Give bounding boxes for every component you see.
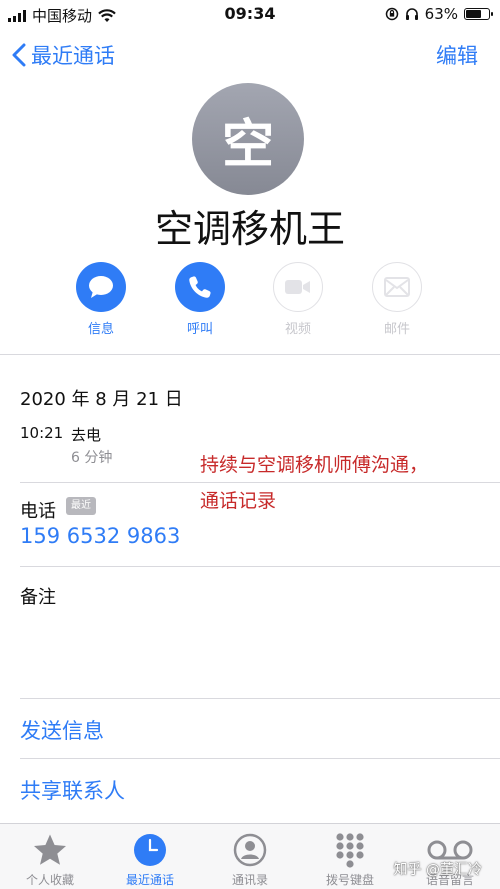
tab-contacts-label: 通讯录 — [231, 873, 268, 887]
tab-favorites-label: 个人收藏 — [25, 873, 74, 887]
chevron-left-icon — [12, 43, 26, 67]
headphones-icon — [405, 8, 418, 20]
annotation-line-2: 通话记录 — [200, 490, 277, 512]
handwritten-annotation: 持续与空调移机师傅沟通， 通话记录 — [200, 447, 480, 519]
battery-icon — [464, 8, 493, 20]
annotation-line-1: 持续与空调移机师傅沟通， — [200, 454, 429, 476]
call-action[interactable]: 呼叫 — [160, 262, 240, 337]
nav-bar: 最近通话 编辑 — [0, 38, 500, 74]
mail-action: 邮件 — [357, 262, 437, 337]
tab-recents-label: 最近通话 — [125, 873, 174, 887]
notes-divider — [20, 698, 500, 699]
video-action: 视频 — [258, 262, 338, 337]
video-icon — [273, 262, 323, 312]
call-date: 2020 年 8 月 21 日 — [20, 389, 183, 410]
recent-badge: 最近 — [66, 497, 96, 515]
message-action-label: 信息 — [87, 322, 114, 337]
phone-icon — [175, 262, 225, 312]
keypad-icon — [300, 832, 400, 868]
battery-percent: 63% — [424, 5, 458, 23]
tab-bar: 个人收藏 最近通话 通讯录 拨号键盘 语音留言 — [0, 823, 500, 889]
status-bar: 中国移动 09:34 63% — [0, 0, 500, 28]
call-log-divider — [20, 482, 500, 483]
share-contact-button[interactable]: 共享联系人 — [20, 775, 125, 805]
status-right: 63% — [385, 5, 493, 23]
video-action-label: 视频 — [284, 322, 311, 337]
send-message-button[interactable]: 发送信息 — [20, 715, 104, 745]
contact-name: 空调移机王 — [154, 207, 345, 251]
phone-label: 电话 — [20, 501, 56, 522]
message-action[interactable]: 信息 — [61, 262, 141, 337]
notes-field[interactable]: 备注 — [20, 583, 56, 609]
phone-divider — [20, 566, 500, 567]
tab-keypad-label: 拨号键盘 — [325, 873, 374, 887]
star-icon — [0, 832, 100, 868]
message-icon — [76, 262, 126, 312]
call-time: 10:21 — [20, 424, 64, 442]
mail-action-label: 邮件 — [383, 322, 410, 337]
call-duration: 6 分钟 — [71, 450, 113, 466]
links-divider — [20, 758, 500, 759]
tab-favorites[interactable]: 个人收藏 — [0, 832, 100, 888]
edit-button[interactable]: 编辑 — [436, 40, 478, 70]
call-action-label: 呼叫 — [186, 322, 213, 337]
back-label: 最近通话 — [31, 44, 115, 68]
watermark: 知乎 @董汇冷 — [393, 862, 482, 878]
back-button[interactable]: 最近通话 — [12, 40, 115, 70]
tab-recents[interactable]: 最近通话 — [100, 832, 200, 888]
contacts-icon — [200, 832, 300, 868]
tab-contacts[interactable]: 通讯录 — [200, 832, 300, 888]
avatar: 空 — [192, 83, 304, 195]
orientation-lock-icon — [385, 7, 398, 21]
call-type: 去电 — [71, 426, 102, 444]
tab-keypad[interactable]: 拨号键盘 — [300, 832, 400, 888]
clock-icon — [100, 832, 200, 868]
quick-actions: 信息 呼叫 视频 邮件 — [0, 262, 500, 342]
mail-icon — [372, 262, 422, 312]
header-divider — [0, 354, 500, 355]
phone-number[interactable]: 159 6532 9863 — [20, 524, 180, 548]
